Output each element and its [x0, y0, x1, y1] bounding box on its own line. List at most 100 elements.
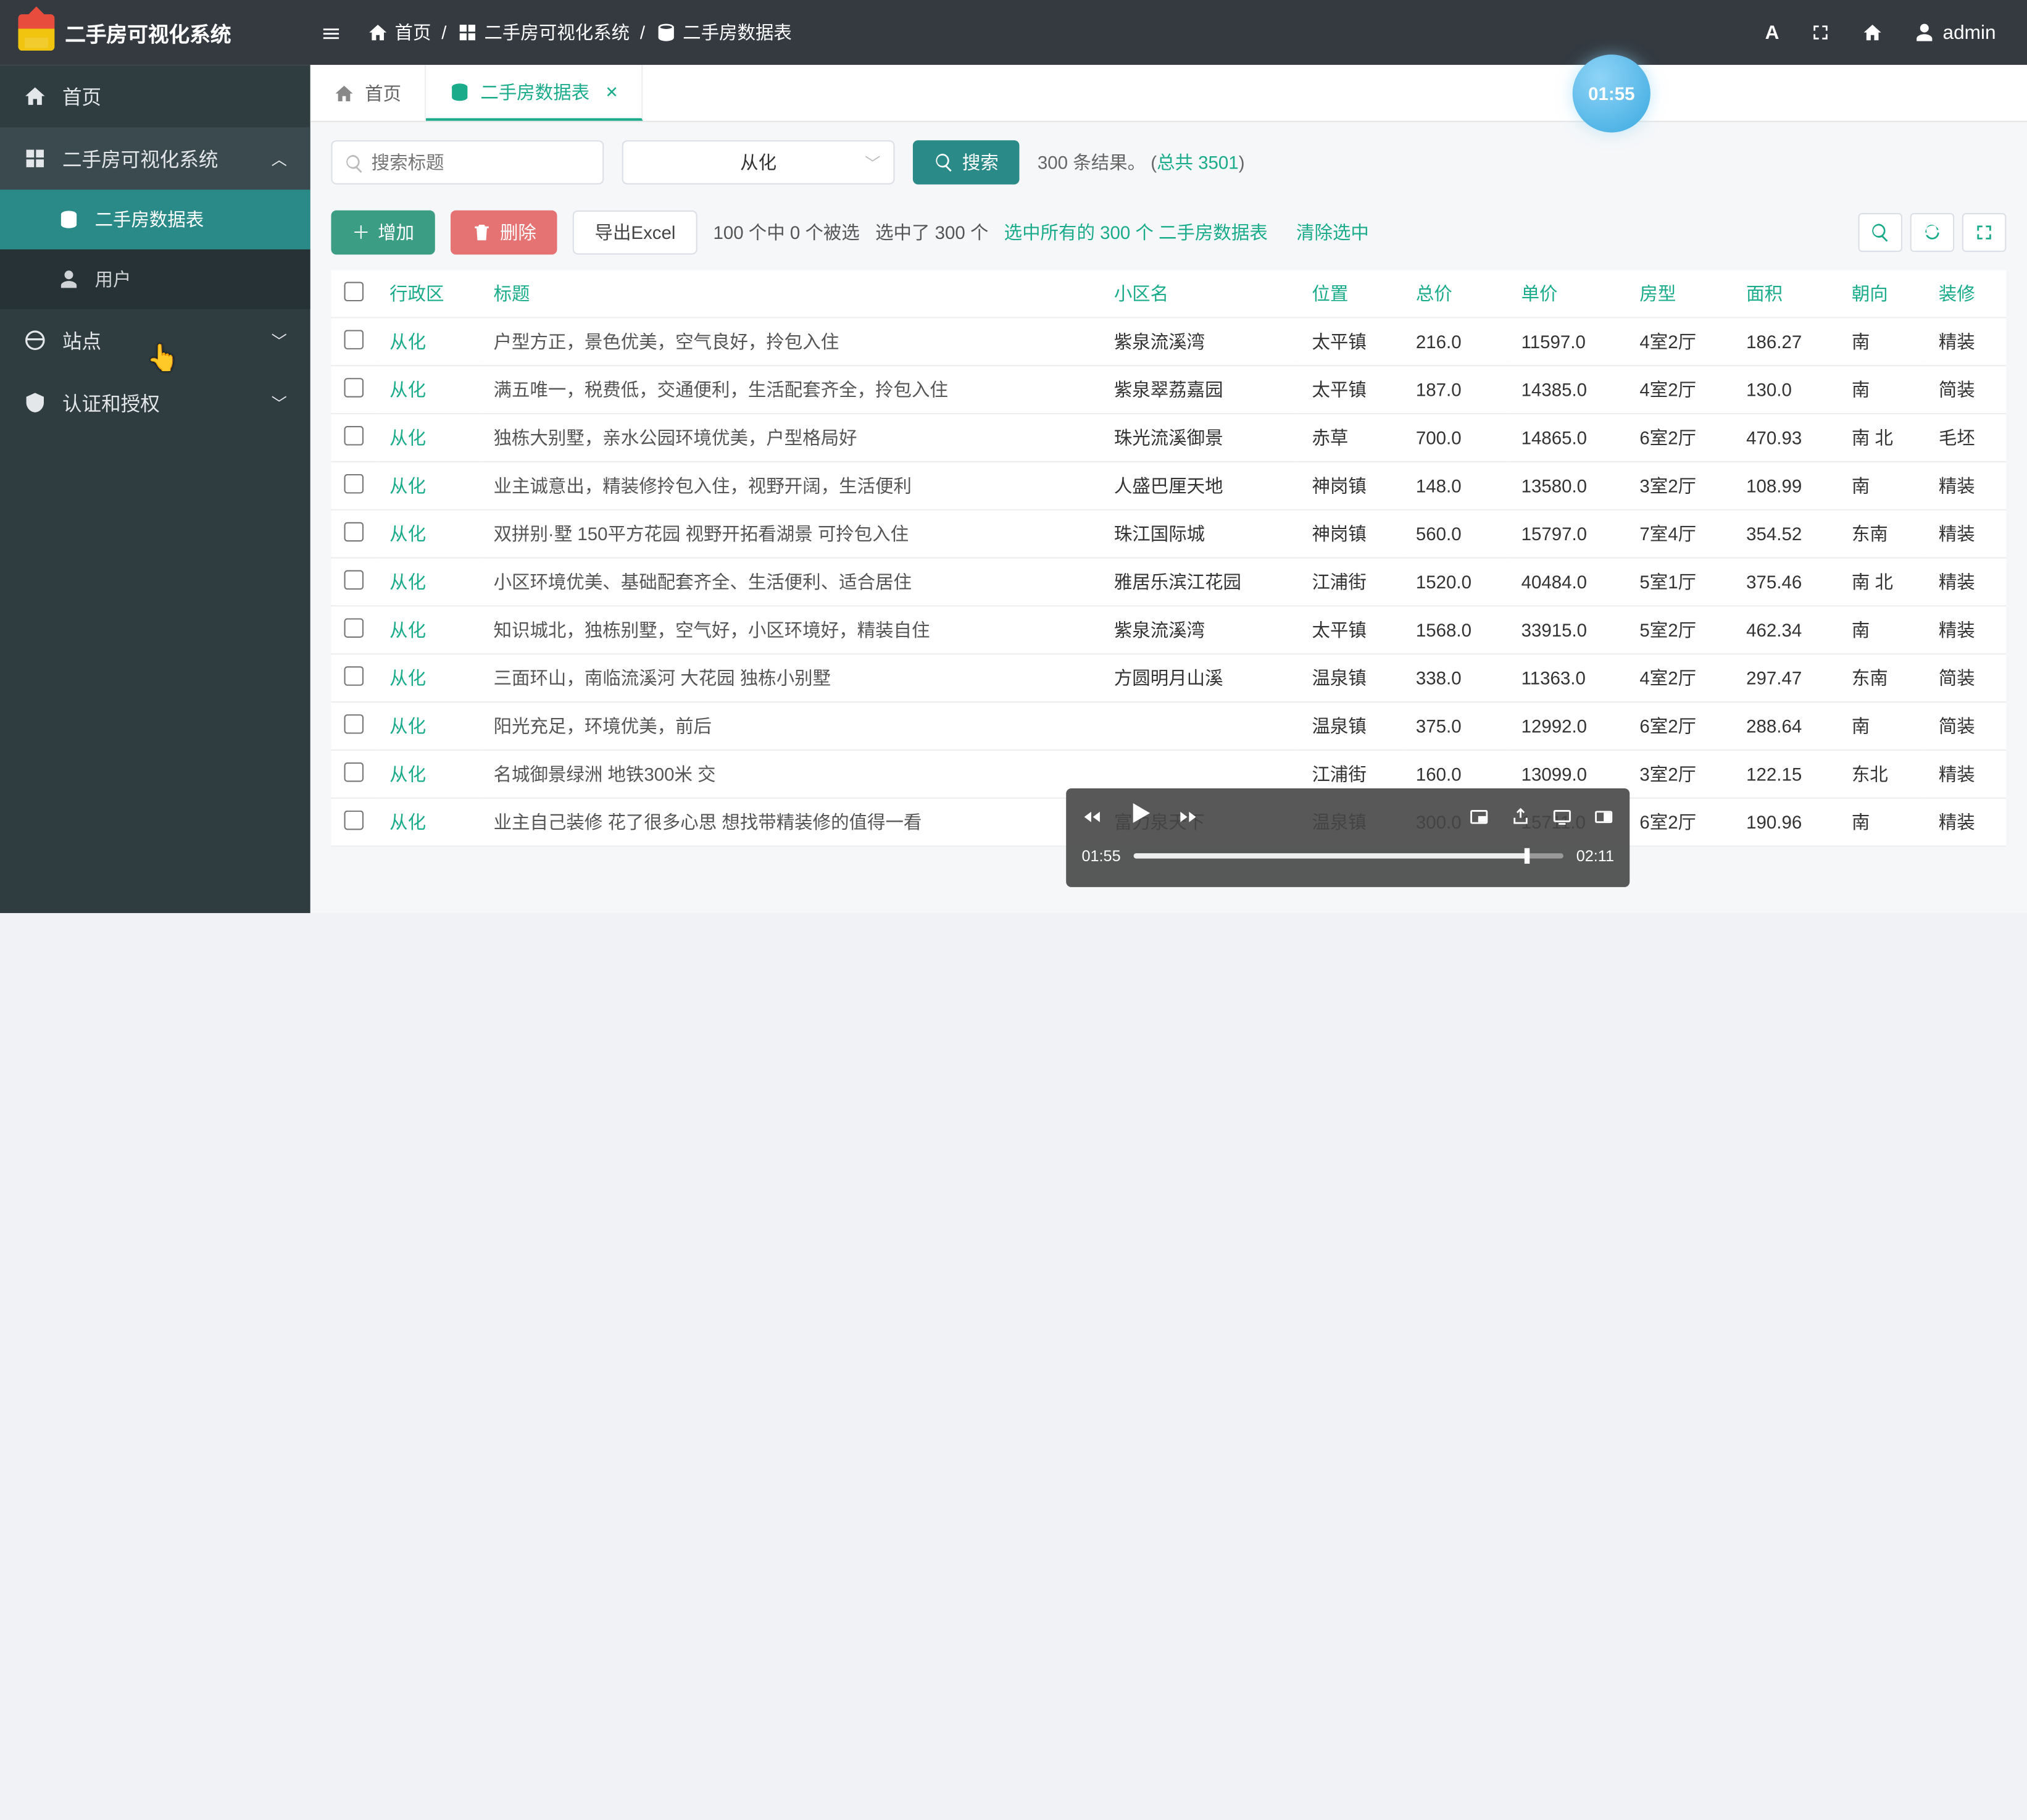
- progress-knob[interactable]: [1525, 848, 1530, 864]
- search-title-field[interactable]: [372, 141, 589, 183]
- cell-title: 满五唯一，税费低，交通便利，生活配套齐全，拎包入住: [481, 365, 1101, 414]
- search-title-input[interactable]: [331, 140, 604, 185]
- sidebar-item-system[interactable]: 二手房可视化系统 ︿: [0, 127, 310, 190]
- cell-total: 216.0: [1403, 317, 1509, 365]
- video-duration: 02:11: [1576, 847, 1614, 865]
- col-title[interactable]: 标题: [481, 270, 1101, 318]
- col-orient[interactable]: 朝向: [1839, 270, 1926, 318]
- sidebar-item-data-table[interactable]: 二手房数据表: [0, 190, 310, 249]
- rewind-icon[interactable]: [1081, 806, 1102, 829]
- progress-fill: [1134, 853, 1529, 858]
- cell-unit: 33915.0: [1509, 606, 1627, 654]
- sidebar-item-site[interactable]: 站点 ﹀: [0, 309, 310, 372]
- col-community[interactable]: 小区名: [1101, 270, 1299, 318]
- search-tool-button[interactable]: [1858, 213, 1903, 252]
- cell-deco: 简装: [1926, 654, 2007, 702]
- select-all-checkbox[interactable]: [344, 282, 364, 302]
- pip-icon[interactable]: [1468, 806, 1489, 829]
- row-checkbox[interactable]: [344, 714, 364, 734]
- col-layout[interactable]: 房型: [1626, 270, 1733, 318]
- share-icon[interactable]: [1510, 806, 1531, 829]
- brand-title: 二手房可视化系统: [65, 17, 231, 48]
- table-row: 从化小区环境优美、基础配套齐全、生活便利、适合居住雅居乐滨江花园江浦街1520.…: [331, 558, 2006, 606]
- district-link[interactable]: 从化: [389, 379, 426, 400]
- row-checkbox[interactable]: [344, 474, 364, 494]
- row-checkbox[interactable]: [344, 666, 364, 686]
- tab-data-table[interactable]: 二手房数据表 ✕: [426, 65, 643, 120]
- theater-icon[interactable]: [1593, 806, 1614, 829]
- cell-unit: 12992.0: [1509, 702, 1627, 750]
- district-link[interactable]: 从化: [389, 572, 426, 593]
- search-button[interactable]: 搜索: [913, 140, 1020, 185]
- cell-deco: 简装: [1926, 365, 2007, 414]
- col-total[interactable]: 总价: [1403, 270, 1509, 318]
- col-deco[interactable]: 装修: [1926, 270, 2007, 318]
- cell-deco: 精装: [1926, 558, 2007, 606]
- delete-button[interactable]: 删除: [451, 211, 557, 255]
- table-row: 从化户型方正，景色优美，空气良好，拎包入住紫泉流溪湾太平镇216.011597.…: [331, 317, 2006, 365]
- fullscreen-icon[interactable]: [1810, 22, 1831, 43]
- cell-unit: 11363.0: [1509, 654, 1627, 702]
- cell-location: 太平镇: [1299, 365, 1402, 414]
- row-checkbox[interactable]: [344, 618, 364, 638]
- breadcrumb-system-label: 二手房可视化系统: [484, 20, 630, 46]
- font-icon[interactable]: A: [1765, 22, 1779, 44]
- breadcrumb-system[interactable]: 二手房可视化系统: [457, 20, 630, 46]
- home-icon: [23, 85, 47, 108]
- row-checkbox[interactable]: [344, 378, 364, 398]
- district-link[interactable]: 从化: [389, 667, 426, 688]
- cell-location: 温泉镇: [1299, 702, 1402, 750]
- district-link[interactable]: 从化: [389, 475, 426, 496]
- play-icon[interactable]: [1123, 796, 1157, 839]
- col-location[interactable]: 位置: [1299, 270, 1402, 318]
- sidebar-item-label: 二手房数据表: [95, 207, 204, 233]
- sidebar-item-auth[interactable]: 认证和授权 ﹀: [0, 372, 310, 434]
- district-link[interactable]: 从化: [389, 812, 426, 833]
- expand-button[interactable]: [1962, 213, 2007, 252]
- action-row: ＋ 增加 删除 导出Excel 100 个中 0 个被选 选中了 300 个 选…: [331, 202, 2006, 270]
- close-icon[interactable]: ✕: [605, 83, 618, 101]
- sidebar-item-label: 认证和授权: [62, 389, 160, 416]
- cell-location: 太平镇: [1299, 606, 1402, 654]
- topbar-home-icon[interactable]: [1862, 22, 1883, 43]
- refresh-button[interactable]: [1910, 213, 1955, 252]
- total-count-link[interactable]: 总共 3501: [1157, 152, 1239, 173]
- row-checkbox[interactable]: [344, 426, 364, 446]
- export-excel-button[interactable]: 导出Excel: [573, 211, 697, 255]
- district-link[interactable]: 从化: [389, 716, 426, 737]
- progress-track[interactable]: [1134, 853, 1563, 858]
- breadcrumb-home[interactable]: 首页: [367, 20, 431, 46]
- district-link[interactable]: 从化: [389, 620, 426, 641]
- cell-location: 神岗镇: [1299, 510, 1402, 558]
- row-checkbox[interactable]: [344, 811, 364, 830]
- table-row: 从化阳光充足，环境优美，前后温泉镇375.012992.06室2厅288.64南…: [331, 702, 2006, 750]
- select-all-link[interactable]: 选中所有的 300 个 二手房数据表: [1004, 220, 1268, 246]
- district-link[interactable]: 从化: [389, 331, 426, 352]
- cell-layout: 3室2厅: [1626, 750, 1733, 798]
- district-link[interactable]: 从化: [389, 427, 426, 448]
- cell-area: 354.52: [1733, 510, 1839, 558]
- cell-unit: 14385.0: [1509, 365, 1627, 414]
- region-select[interactable]: 从化 ﹀: [622, 140, 895, 185]
- tab-home[interactable]: 首页: [310, 65, 426, 120]
- cell-layout: 6室2厅: [1626, 798, 1733, 846]
- sidebar-item-home[interactable]: 首页: [0, 65, 310, 127]
- cast-icon[interactable]: [1552, 806, 1573, 829]
- district-link[interactable]: 从化: [389, 524, 426, 545]
- forward-icon[interactable]: [1178, 806, 1199, 829]
- district-link[interactable]: 从化: [389, 764, 426, 785]
- row-checkbox[interactable]: [344, 570, 364, 590]
- hamburger-icon[interactable]: [308, 20, 355, 46]
- row-checkbox[interactable]: [344, 522, 364, 542]
- sidebar-item-user[interactable]: 用户: [0, 249, 310, 309]
- row-checkbox[interactable]: [344, 330, 364, 349]
- col-unit[interactable]: 单价: [1509, 270, 1627, 318]
- col-area[interactable]: 面积: [1733, 270, 1839, 318]
- col-district[interactable]: 行政区: [377, 270, 480, 318]
- cell-layout: 3室2厅: [1626, 462, 1733, 510]
- add-button[interactable]: ＋ 增加: [331, 211, 435, 255]
- row-checkbox[interactable]: [344, 762, 364, 782]
- clear-selection-link[interactable]: 清除选中: [1296, 220, 1369, 246]
- breadcrumb-table[interactable]: 二手房数据表: [656, 20, 792, 46]
- user-menu[interactable]: admin: [1914, 22, 1996, 44]
